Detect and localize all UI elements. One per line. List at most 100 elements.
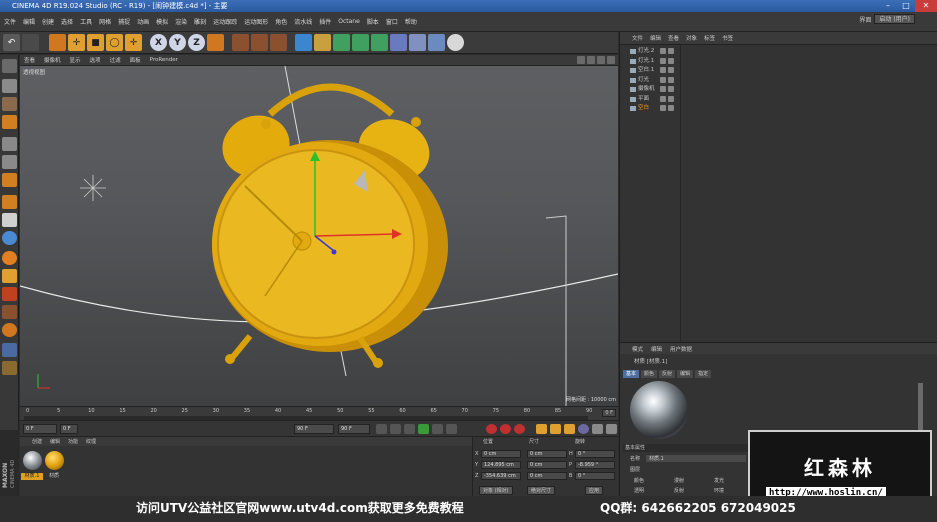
visibility-dot-icon[interactable] — [660, 86, 666, 92]
object-menu-item[interactable]: 书签 — [722, 34, 733, 42]
size-z-field[interactable]: 0 cm — [527, 472, 567, 480]
render-settings-icon[interactable] — [270, 34, 287, 51]
prev-frame-icon[interactable] — [404, 424, 415, 434]
light-icon[interactable] — [447, 34, 464, 51]
polygons-mode-icon[interactable] — [2, 173, 17, 187]
object-visibility-flags[interactable] — [660, 48, 674, 54]
object-visibility-flags[interactable] — [660, 95, 674, 102]
menu-item[interactable]: 选择 — [61, 17, 73, 26]
rotation-p-field[interactable]: -8.959 ° — [575, 461, 615, 469]
move-icon[interactable]: ✛ — [68, 34, 85, 51]
pen-icon[interactable] — [314, 34, 331, 51]
render-view-icon[interactable] — [232, 34, 249, 51]
param-key-icon[interactable] — [578, 424, 589, 434]
material-name-1[interactable]: 材质.1 — [21, 473, 43, 480]
rotation-key-icon[interactable] — [564, 424, 575, 434]
material-thumb-2[interactable] — [45, 451, 64, 470]
camera-icon[interactable] — [428, 34, 445, 51]
timeline[interactable]: 0 F 0 5 10 15 20 25 30 35 40 45 50 55 60 65 70 75 80 85 90 — [20, 406, 618, 420]
material-channel-checkbox[interactable]: 反射 — [674, 487, 684, 494]
toggle-view-icon[interactable] — [607, 56, 615, 64]
orbit-icon[interactable] — [597, 56, 605, 64]
scene-icon[interactable] — [390, 34, 407, 51]
y-axis-icon[interactable]: Y — [169, 34, 186, 51]
psr-icon[interactable] — [2, 287, 17, 301]
viewport-menu-item[interactable]: 选项 — [90, 56, 101, 64]
viewport[interactable]: 透视视图 网格间距: 10000 cm — [20, 66, 618, 406]
menu-item[interactable]: 流水线 — [294, 17, 312, 26]
enable-check-icon[interactable] — [668, 57, 674, 64]
attribute-menu-item[interactable]: 模式 — [632, 345, 643, 353]
menu-item[interactable]: 雕刻 — [194, 17, 206, 26]
rotation-b-field[interactable]: 0 ° — [575, 472, 615, 480]
position-z-field[interactable]: -354.639 cm — [481, 472, 521, 480]
sculpt-icon[interactable] — [2, 269, 17, 283]
z-axis-icon[interactable]: Z — [188, 34, 205, 51]
size-x-field[interactable]: 0 cm — [527, 450, 567, 458]
enable-check-icon[interactable] — [668, 76, 674, 83]
attribute-subtab[interactable]: 编辑 — [677, 370, 694, 378]
visibility-dot-icon[interactable] — [660, 67, 666, 73]
viewport-menu-item[interactable]: 过滤 — [110, 56, 121, 64]
xpresso-icon[interactable] — [2, 361, 17, 375]
object-row[interactable]: 摄像机 — [620, 85, 937, 94]
rotate-icon[interactable]: ◯ — [106, 34, 123, 51]
material-channel-checkbox[interactable]: 颜色 — [634, 477, 644, 484]
object-visibility-flags[interactable] — [660, 67, 674, 73]
visibility-dot-icon[interactable] — [660, 48, 666, 54]
menu-item[interactable]: Octane — [338, 18, 360, 25]
visibility-dot-icon[interactable] — [660, 76, 666, 83]
visibility-dot-icon[interactable] — [660, 57, 666, 64]
layer-icon[interactable] — [2, 343, 17, 357]
current-frame-field[interactable]: 0 F — [23, 424, 57, 434]
enable-check-icon[interactable] — [668, 67, 674, 73]
make-editable-icon[interactable] — [2, 59, 17, 73]
start-frame-field[interactable]: 0 F — [60, 424, 78, 434]
pan-icon[interactable] — [577, 56, 585, 64]
enable-axis-icon[interactable] — [2, 195, 17, 209]
viewport-menu-item[interactable]: ProRender — [150, 57, 178, 63]
material-menu-item[interactable]: 创建 — [32, 438, 42, 445]
select-icon[interactable] — [49, 34, 66, 51]
subdivision-icon[interactable] — [333, 34, 350, 51]
end-frame-field[interactable]: 90 F — [294, 424, 334, 434]
layout-dropdown[interactable]: 启动 (用户) — [874, 14, 915, 24]
hair-icon[interactable] — [2, 323, 17, 337]
material-channel-checkbox[interactable]: 漫射 — [674, 477, 684, 484]
attribute-subtab[interactable]: 基本 — [623, 370, 640, 378]
menu-item[interactable]: 捕捉 — [118, 17, 130, 26]
enable-check-icon[interactable] — [668, 105, 674, 111]
menu-item[interactable]: 创建 — [42, 17, 54, 26]
object-visibility-flags[interactable] — [660, 105, 674, 111]
object-visibility-flags[interactable] — [660, 76, 674, 83]
points-mode-icon[interactable] — [2, 137, 17, 151]
visibility-dot-icon[interactable] — [660, 105, 666, 111]
viewport-menu-item[interactable]: 显示 — [70, 56, 81, 64]
menu-item[interactable]: 文件 — [4, 17, 16, 26]
maximize-button[interactable]: □ — [897, 0, 915, 12]
object-row[interactable]: 灯光 — [620, 76, 937, 85]
solo-icon[interactable] — [2, 251, 17, 265]
attribute-subtab[interactable]: 反射 — [659, 370, 676, 378]
prev-key-icon[interactable] — [390, 424, 401, 434]
texture-mode-icon[interactable] — [2, 97, 17, 111]
menu-item[interactable]: 帮助 — [405, 17, 417, 26]
timeline-menu-icon[interactable] — [606, 424, 617, 434]
material-menu-item[interactable]: 纹理 — [86, 438, 96, 445]
go-to-start-icon[interactable] — [376, 424, 387, 434]
menu-item[interactable]: 编辑 — [23, 17, 35, 26]
attribute-menu-item[interactable]: 用户数据 — [670, 345, 692, 353]
object-row[interactable]: 空白 — [620, 104, 937, 113]
attribute-subtab[interactable]: 指定 — [695, 370, 712, 378]
zoom-icon[interactable] — [587, 56, 595, 64]
enable-check-icon[interactable] — [668, 48, 674, 54]
menu-item[interactable]: 渲染 — [175, 17, 187, 26]
object-menu-item[interactable]: 标签 — [704, 34, 715, 42]
paint-icon[interactable] — [2, 305, 17, 319]
cloner-icon[interactable] — [352, 34, 369, 51]
last-tool-icon[interactable]: ✛ — [125, 34, 142, 51]
menu-item[interactable]: 插件 — [319, 17, 331, 26]
apply-button[interactable]: 应用 — [585, 486, 604, 495]
next-frame-icon[interactable] — [432, 424, 443, 434]
enable-check-icon[interactable] — [668, 86, 674, 92]
